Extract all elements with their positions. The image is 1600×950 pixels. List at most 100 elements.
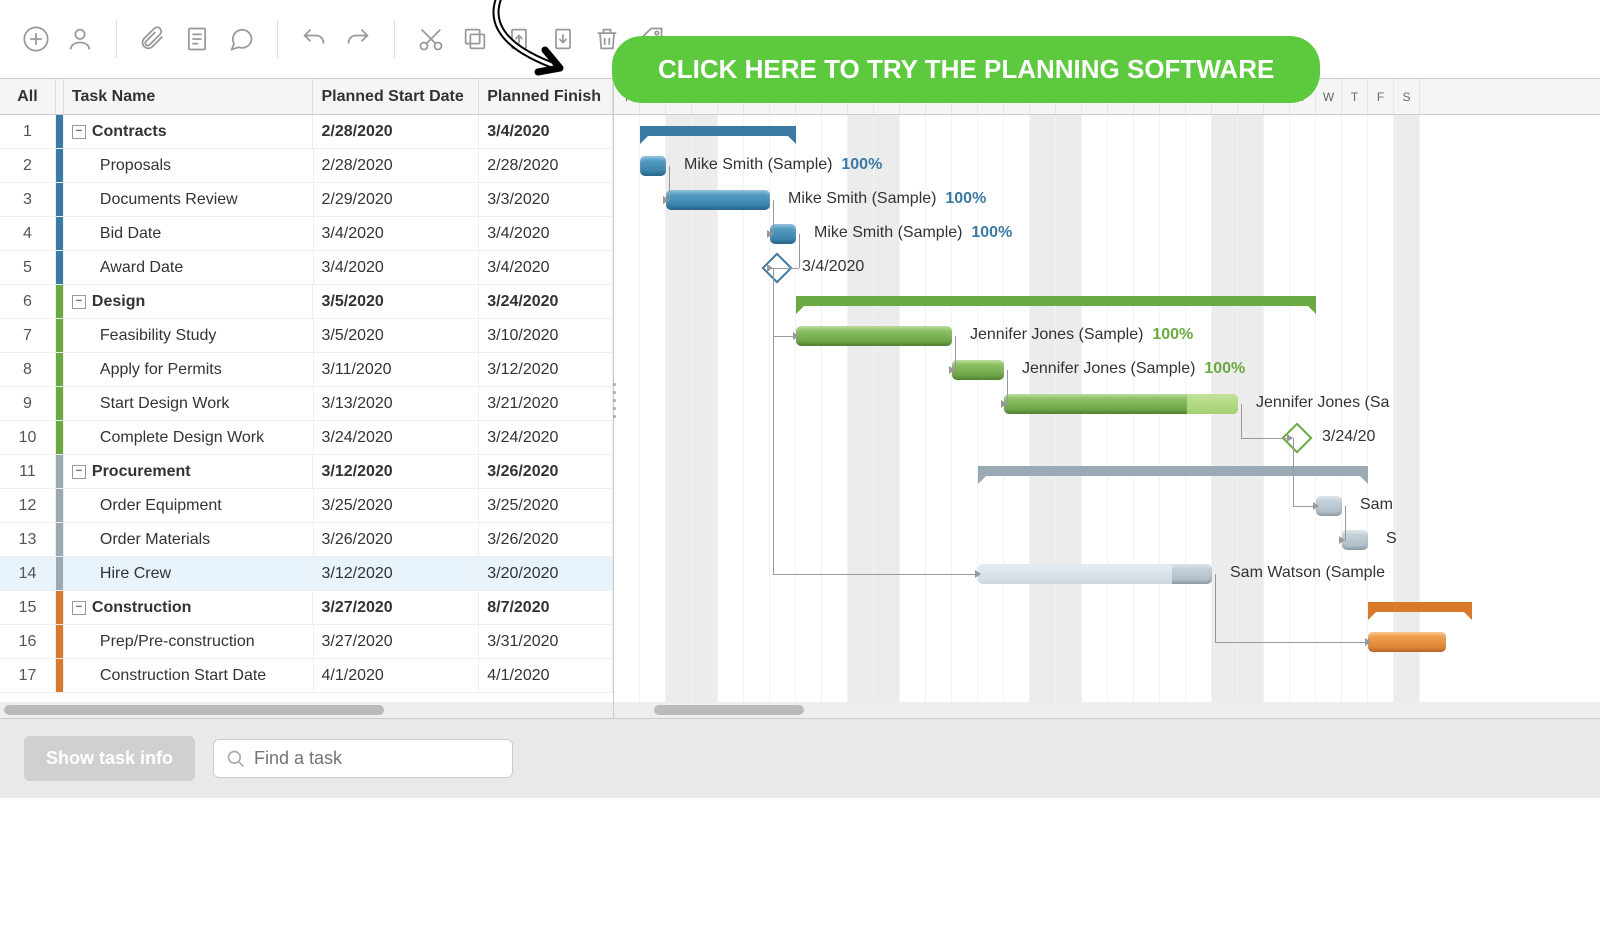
finish-date-cell[interactable]: 3/21/2020: [479, 387, 613, 420]
task-row[interactable]: 4Bid Date3/4/20203/4/2020: [0, 217, 613, 251]
task-row[interactable]: 11−Procurement3/12/20203/26/2020: [0, 455, 613, 489]
finish-date-cell[interactable]: 3/31/2020: [479, 625, 613, 658]
start-date-cell[interactable]: 3/5/2020: [313, 285, 479, 318]
task-name-cell[interactable]: Prep/Pre-construction: [64, 625, 314, 658]
task-name-cell[interactable]: Hire Crew: [64, 557, 314, 590]
start-date-cell[interactable]: 3/27/2020: [313, 591, 479, 624]
task-name-cell[interactable]: Construction Start Date: [64, 659, 314, 692]
task-row[interactable]: 8Apply for Permits3/11/20203/12/2020: [0, 353, 613, 387]
start-date-cell[interactable]: 3/5/2020: [314, 319, 480, 352]
start-date-cell[interactable]: 3/13/2020: [314, 387, 480, 420]
start-date-cell[interactable]: 4/1/2020: [314, 659, 480, 692]
collapse-icon[interactable]: −: [72, 601, 86, 615]
finish-date-cell[interactable]: 3/12/2020: [479, 353, 613, 386]
task-bar[interactable]: [1004, 394, 1238, 414]
finish-date-cell[interactable]: 3/20/2020: [479, 557, 613, 590]
task-bar[interactable]: [666, 190, 770, 210]
task-bar[interactable]: [640, 156, 666, 176]
task-row[interactable]: 12Order Equipment3/25/20203/25/2020: [0, 489, 613, 523]
finish-date-cell[interactable]: 3/26/2020: [479, 455, 613, 488]
start-date-cell[interactable]: 3/26/2020: [314, 523, 480, 556]
finish-date-cell[interactable]: 3/4/2020: [479, 115, 613, 148]
add-icon[interactable]: [18, 21, 54, 57]
task-row[interactable]: 10Complete Design Work3/24/20203/24/2020: [0, 421, 613, 455]
start-date-cell[interactable]: 3/4/2020: [314, 217, 480, 250]
task-row[interactable]: 3Documents Review2/29/20203/3/2020: [0, 183, 613, 217]
finish-date-cell[interactable]: 2/28/2020: [479, 149, 613, 182]
task-bar[interactable]: [1316, 496, 1342, 516]
task-bar[interactable]: [978, 564, 1212, 584]
start-date-cell[interactable]: 3/25/2020: [314, 489, 480, 522]
start-date-cell[interactable]: 3/24/2020: [314, 421, 480, 454]
task-row[interactable]: 15−Construction3/27/20208/7/2020: [0, 591, 613, 625]
task-name-cell[interactable]: Complete Design Work: [64, 421, 314, 454]
summary-bar[interactable]: [1368, 602, 1472, 612]
finish-date-cell[interactable]: 3/3/2020: [479, 183, 613, 216]
task-row[interactable]: 9Start Design Work3/13/20203/21/2020: [0, 387, 613, 421]
start-date-cell[interactable]: 2/29/2020: [314, 183, 480, 216]
redo-icon[interactable]: [340, 21, 376, 57]
cut-icon[interactable]: [413, 21, 449, 57]
task-name-cell[interactable]: Apply for Permits: [64, 353, 314, 386]
col-header-id[interactable]: All: [0, 79, 56, 114]
task-name-cell[interactable]: Proposals: [64, 149, 314, 182]
user-icon[interactable]: [62, 21, 98, 57]
search-input[interactable]: [254, 748, 500, 769]
finish-date-cell[interactable]: 3/25/2020: [479, 489, 613, 522]
split-handle[interactable]: [608, 380, 620, 420]
comment-icon[interactable]: [223, 21, 259, 57]
task-name-cell[interactable]: −Construction: [64, 591, 314, 624]
task-name-cell[interactable]: −Procurement: [64, 455, 314, 488]
task-bar[interactable]: [952, 360, 1004, 380]
task-name-cell[interactable]: −Contracts: [64, 115, 314, 148]
finish-date-cell[interactable]: 3/4/2020: [479, 217, 613, 250]
summary-bar[interactable]: [978, 466, 1368, 476]
finish-date-cell[interactable]: 4/1/2020: [479, 659, 613, 692]
collapse-icon[interactable]: −: [72, 295, 86, 309]
start-date-cell[interactable]: 2/28/2020: [313, 115, 479, 148]
finish-date-cell[interactable]: 8/7/2020: [479, 591, 613, 624]
finish-date-cell[interactable]: 3/24/2020: [479, 421, 613, 454]
task-row[interactable]: 7Feasibility Study3/5/20203/10/2020: [0, 319, 613, 353]
start-date-cell[interactable]: 3/11/2020: [314, 353, 480, 386]
start-date-cell[interactable]: 3/12/2020: [313, 455, 479, 488]
collapse-icon[interactable]: −: [72, 465, 86, 479]
search-input-wrapper[interactable]: [213, 739, 513, 778]
task-row[interactable]: 1−Contracts2/28/20203/4/2020: [0, 115, 613, 149]
grid-scrollbar[interactable]: [0, 702, 613, 718]
task-name-cell[interactable]: −Design: [64, 285, 314, 318]
task-row[interactable]: 16Prep/Pre-construction3/27/20203/31/202…: [0, 625, 613, 659]
task-name-cell[interactable]: Order Equipment: [64, 489, 314, 522]
attach-icon[interactable]: [135, 21, 171, 57]
task-name-cell[interactable]: Documents Review: [64, 183, 314, 216]
task-row[interactable]: 17Construction Start Date4/1/20204/1/202…: [0, 659, 613, 693]
summary-bar[interactable]: [640, 126, 796, 136]
task-row[interactable]: 6−Design3/5/20203/24/2020: [0, 285, 613, 319]
task-row[interactable]: 2Proposals2/28/20202/28/2020: [0, 149, 613, 183]
finish-date-cell[interactable]: 3/4/2020: [479, 251, 613, 284]
cta-banner[interactable]: CLICK HERE TO TRY THE PLANNING SOFTWARE: [612, 36, 1320, 103]
gantt-scrollbar[interactable]: [614, 702, 1600, 718]
summary-bar[interactable]: [796, 296, 1316, 306]
start-date-cell[interactable]: 3/12/2020: [314, 557, 480, 590]
collapse-icon[interactable]: −: [72, 125, 86, 139]
task-name-cell[interactable]: Bid Date: [64, 217, 314, 250]
task-name-cell[interactable]: Order Materials: [64, 523, 314, 556]
task-bar[interactable]: [796, 326, 952, 346]
notes-icon[interactable]: [179, 21, 215, 57]
show-task-info-button[interactable]: Show task info: [24, 736, 195, 781]
finish-date-cell[interactable]: 3/24/2020: [479, 285, 613, 318]
finish-date-cell[interactable]: 3/10/2020: [479, 319, 613, 352]
start-date-cell[interactable]: 3/27/2020: [314, 625, 480, 658]
task-name-cell[interactable]: Start Design Work: [64, 387, 314, 420]
col-header-name[interactable]: Task Name: [64, 79, 314, 114]
task-row[interactable]: 5Award Date3/4/20203/4/2020: [0, 251, 613, 285]
task-bar[interactable]: [1368, 632, 1446, 652]
task-name-cell[interactable]: Feasibility Study: [64, 319, 314, 352]
task-row[interactable]: 14Hire Crew3/12/20203/20/2020: [0, 557, 613, 591]
finish-date-cell[interactable]: 3/26/2020: [479, 523, 613, 556]
undo-icon[interactable]: [296, 21, 332, 57]
start-date-cell[interactable]: 2/28/2020: [314, 149, 480, 182]
task-row[interactable]: 13Order Materials3/26/20203/26/2020: [0, 523, 613, 557]
task-name-cell[interactable]: Award Date: [64, 251, 314, 284]
